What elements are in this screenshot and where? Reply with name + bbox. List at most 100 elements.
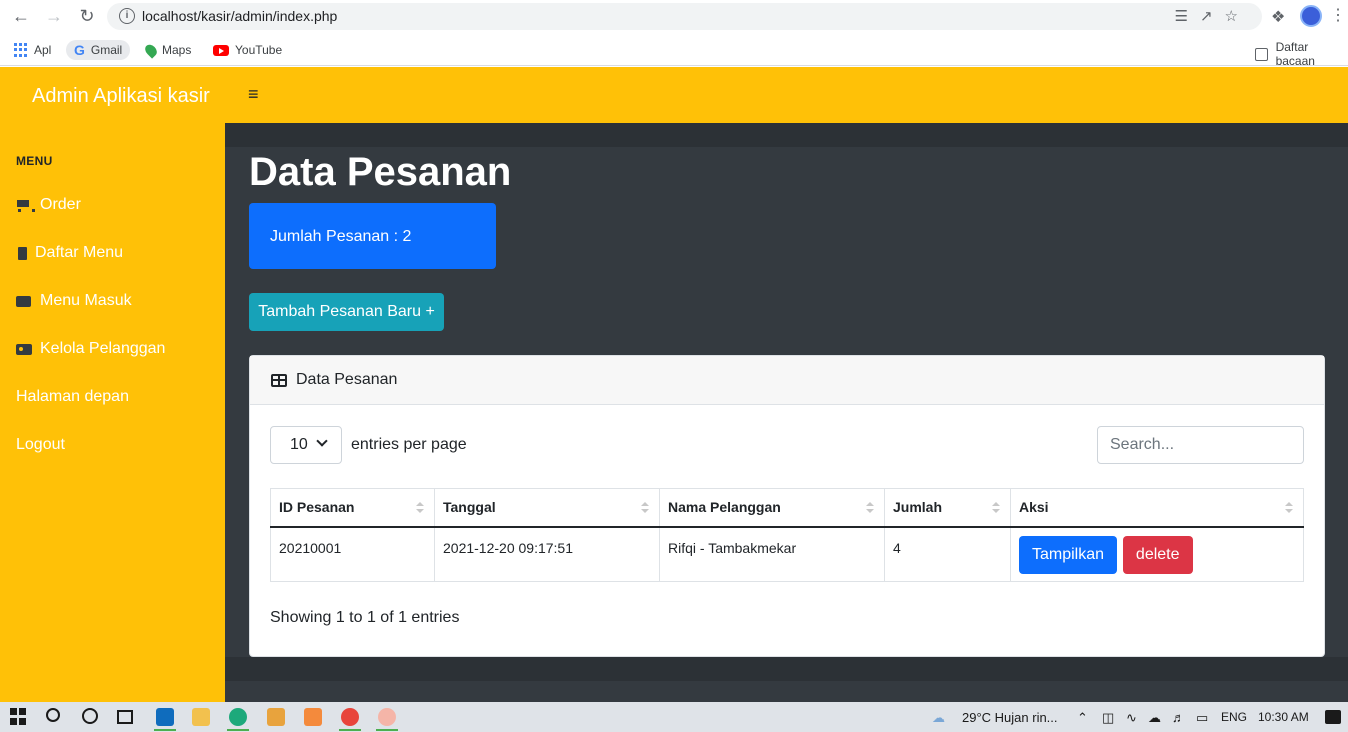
column-label: Nama Pelanggan	[668, 499, 781, 516]
profile-avatar[interactable]	[1300, 5, 1322, 27]
bookmark-youtube[interactable]: YouTube	[213, 40, 282, 60]
bookmark-label: Apl	[34, 43, 52, 57]
sidebar-item-label: Order	[40, 196, 81, 213]
bookmark-maps[interactable]: Maps	[142, 40, 192, 60]
windows-start-icon[interactable]	[10, 708, 28, 726]
sort-icon[interactable]	[866, 502, 874, 514]
language-indicator[interactable]: ENG	[1221, 710, 1247, 724]
reading-list-icon	[1255, 47, 1268, 61]
hamburger-menu-icon[interactable]: ≡	[248, 85, 264, 103]
sidebar-item-order[interactable]: Order	[16, 194, 81, 216]
task-view-icon[interactable]	[117, 710, 133, 724]
column-header-aksi[interactable]: Aksi	[1010, 488, 1304, 528]
sort-icon[interactable]	[641, 502, 649, 514]
table-info: Showing 1 to 1 of 1 entries	[270, 609, 460, 626]
cart-icon	[16, 198, 35, 212]
cell-id: 20210001	[270, 526, 435, 582]
orders-card: Data Pesanan 10 entries per page ID Pesa…	[249, 355, 1325, 657]
sidebar-item-label: Halaman depan	[16, 388, 129, 405]
bookmark-label: Maps	[162, 43, 192, 57]
sidebar-item-logout[interactable]: Logout	[16, 434, 65, 456]
column-header-id[interactable]: ID Pesanan	[270, 488, 435, 528]
usb-icon[interactable]: ◫	[1102, 710, 1114, 726]
sidebar-item-daftar-menu[interactable]: Daftar Menu	[16, 242, 123, 264]
column-label: Tanggal	[443, 499, 496, 516]
chrome-icon[interactable]	[341, 708, 359, 726]
sort-icon[interactable]	[992, 502, 1000, 514]
onedrive-cloud-icon[interactable]: ☁	[1148, 710, 1161, 726]
maps-pin-icon	[142, 41, 160, 59]
bookmark-apps[interactable]: Apl	[14, 40, 51, 60]
reading-list[interactable]: Daftar bacaan	[1255, 40, 1348, 68]
sidebar-item-label: Menu Masuk	[40, 292, 132, 309]
table-icon	[271, 373, 287, 387]
search-icon[interactable]	[46, 708, 60, 722]
address-bar-actions[interactable]: ☰↗☆	[1175, 7, 1250, 25]
volume-icon[interactable]: ♬	[1172, 710, 1185, 725]
bookmark-label: YouTube	[235, 43, 283, 57]
content-top-strip	[225, 123, 1348, 147]
browser-toolbar: ← → ↻ i localhost/kasir/admin/index.php …	[0, 0, 1348, 33]
clock[interactable]: 10:30 AM	[1258, 710, 1309, 724]
weather-icon[interactable]: ☁	[932, 710, 945, 726]
column-header-tanggal[interactable]: Tanggal	[434, 488, 660, 528]
reload-icon[interactable]: ↻	[76, 5, 98, 27]
google-icon: G	[74, 42, 85, 58]
table-row: 20210001 2021-12-20 09:17:51 Rifqi - Tam…	[270, 526, 1304, 582]
running-indicator	[227, 729, 249, 731]
column-label: ID Pesanan	[279, 499, 355, 516]
back-arrow-icon[interactable]: ←	[10, 5, 32, 27]
sidebar-item-menu-masuk[interactable]: Menu Masuk	[16, 290, 132, 312]
file-explorer-icon[interactable]	[192, 708, 210, 726]
reading-list-label: Daftar bacaan	[1275, 40, 1315, 68]
battery-icon[interactable]: ▭	[1196, 710, 1208, 726]
sidebar-item-label: Logout	[16, 436, 65, 453]
browser-menu-icon[interactable]: ⋮	[1330, 5, 1346, 25]
box-icon	[16, 294, 32, 308]
sidebar-item-label: Daftar Menu	[35, 244, 124, 261]
mail-icon[interactable]	[156, 708, 174, 726]
bookmark-gmail[interactable]: G Gmail	[66, 40, 131, 60]
entries-per-page-select[interactable]: 10	[270, 426, 342, 464]
sidebar-item-halaman-depan[interactable]: Halaman depan	[16, 386, 129, 408]
sublime-text-icon[interactable]	[267, 708, 285, 726]
show-button[interactable]: Tampilkan	[1019, 535, 1118, 574]
apps-grid-icon	[14, 43, 28, 57]
card-title: Data Pesanan	[296, 371, 398, 388]
order-count-label: Jumlah Pesanan : 2	[270, 228, 412, 245]
running-indicator	[154, 729, 176, 731]
column-header-nama[interactable]: Nama Pelanggan	[659, 488, 885, 528]
url-text[interactable]: localhost/kasir/admin/index.php	[142, 8, 337, 24]
notification-icon[interactable]	[1325, 710, 1341, 724]
extensions-icon[interactable]: ❖	[1271, 7, 1285, 27]
bookmark-label: Gmail	[90, 43, 123, 57]
sort-icon[interactable]	[416, 502, 424, 514]
running-indicator	[339, 729, 361, 731]
delete-button[interactable]: delete	[1122, 535, 1193, 574]
address-bar[interactable]: i localhost/kasir/admin/index.php ☰↗☆	[107, 3, 1262, 30]
sort-icon[interactable]	[1285, 502, 1293, 514]
running-indicator	[376, 729, 398, 731]
add-order-button[interactable]: Tambah Pesanan Baru +	[249, 293, 444, 331]
sidebar-item-label: Kelola Pelanggan	[40, 340, 166, 357]
orders-table: ID Pesanan Tanggal Nama Pelanggan Jumlah…	[270, 488, 1304, 582]
sidebar-item-kelola-pelanggan[interactable]: Kelola Pelanggan	[16, 338, 165, 360]
cell-jumlah: 4	[884, 526, 1011, 582]
paint-icon[interactable]	[378, 708, 396, 726]
xampp-icon[interactable]	[304, 708, 322, 726]
chevron-up-icon[interactable]: ⌃	[1077, 710, 1088, 726]
site-info-icon[interactable]: i	[119, 8, 135, 24]
forward-arrow-icon[interactable]: →	[43, 5, 65, 27]
column-header-jumlah[interactable]: Jumlah	[884, 488, 1011, 528]
wifi-icon[interactable]: ∿	[1126, 710, 1137, 726]
cortana-icon[interactable]	[82, 708, 98, 724]
edge-icon[interactable]	[229, 708, 247, 726]
sidebar-heading: MENU	[16, 154, 53, 168]
chevron-down-icon	[316, 435, 328, 447]
weather-text[interactable]: 29°C Hujan rin...	[962, 710, 1058, 725]
column-label: Aksi	[1019, 499, 1049, 516]
search-input[interactable]	[1097, 426, 1304, 464]
app-brand[interactable]: Admin Aplikasi kasir	[32, 85, 210, 108]
app-topbar: Admin Aplikasi kasir ≡	[0, 67, 1348, 123]
clipboard-icon	[16, 246, 27, 260]
